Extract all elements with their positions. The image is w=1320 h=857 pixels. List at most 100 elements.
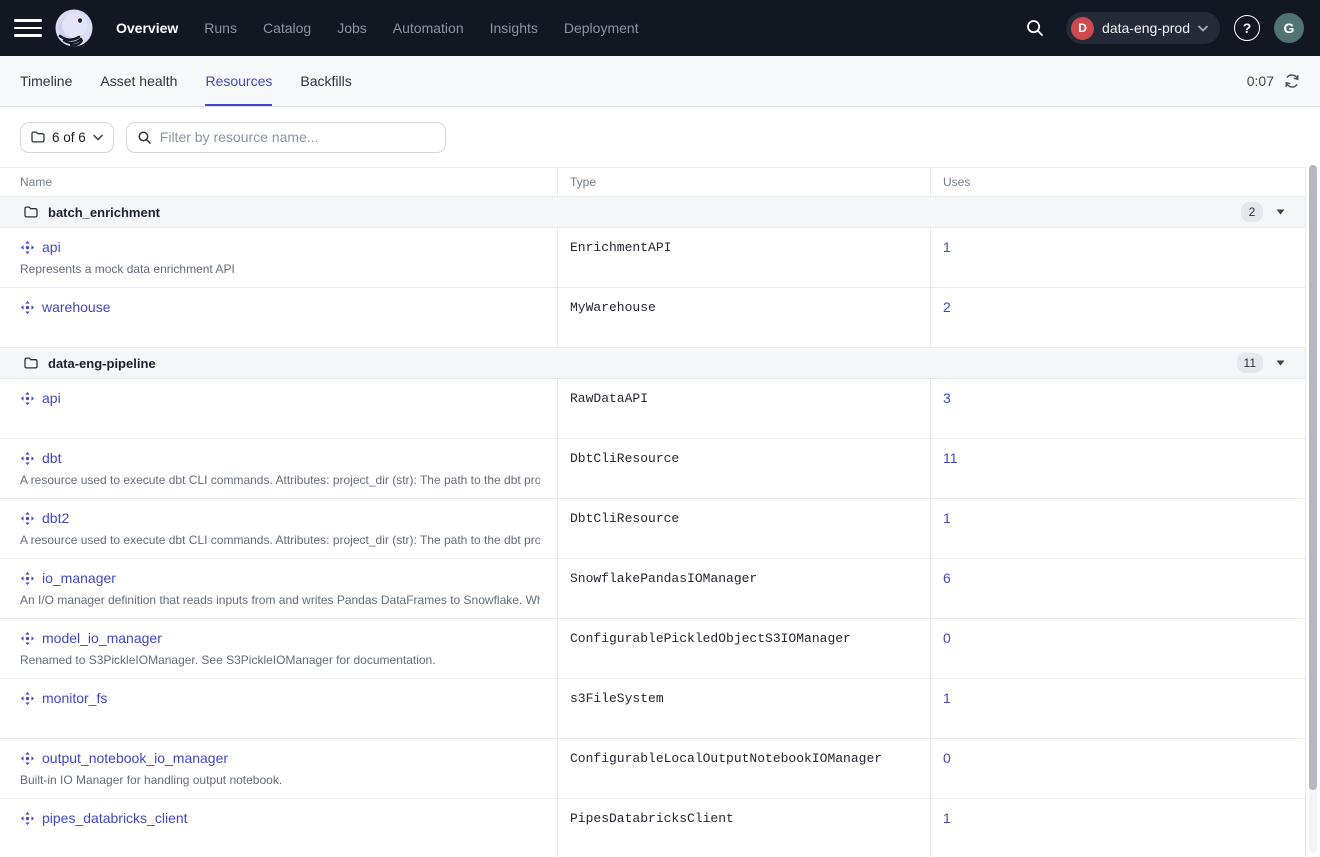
resource-type: PipesDatabricksClient: [570, 811, 734, 826]
resource-icon: [20, 391, 35, 406]
table-body: batch_enrichment 2 api Represents a mock da…: [0, 197, 1305, 857]
resource-description: Built-in IO Manager for handling output …: [20, 772, 540, 788]
resource-row: dbt A resource used to execute dbt CLI co…: [0, 439, 1305, 499]
resource-icon: [20, 811, 35, 826]
resource-uses-link[interactable]: 1: [943, 690, 951, 706]
nav-item-jobs[interactable]: Jobs: [337, 20, 367, 36]
nav-item-catalog[interactable]: Catalog: [263, 20, 311, 36]
group-count-badge: 2: [1241, 202, 1263, 222]
resource-name-link[interactable]: dbt: [42, 450, 61, 466]
resource-row: monitor_fss3FileSystem1: [0, 679, 1305, 739]
chevron-down-icon: [93, 134, 103, 141]
tab-timeline[interactable]: Timeline: [20, 56, 72, 106]
filter-bar: 6 of 6: [0, 107, 1320, 167]
resource-type: ConfigurableLocalOutputNotebookIOManager: [570, 751, 882, 766]
column-header-name: Name: [0, 168, 557, 196]
tab-resources[interactable]: Resources: [205, 56, 272, 106]
resource-uses-link[interactable]: 0: [943, 750, 951, 766]
workspace-initial-badge: D: [1071, 17, 1094, 40]
vertical-scrollbar: [1309, 165, 1317, 853]
folder-icon: [24, 206, 38, 218]
resource-uses-link[interactable]: 1: [943, 510, 951, 526]
resource-icon: [20, 751, 35, 766]
resource-row: api RawDataAPI 3: [0, 379, 1305, 439]
resource-type: RawDataAPI: [570, 391, 648, 406]
resource-row: output_notebook_io_manager Built-in IO Ma…: [0, 739, 1305, 799]
column-header-type: Type: [557, 168, 930, 196]
resource-icon: [20, 691, 35, 706]
resource-icon: [20, 571, 35, 586]
nav-item-runs[interactable]: Runs: [204, 20, 237, 36]
table-header-row: Name Type Uses: [0, 167, 1305, 197]
group-count-badge: 11: [1237, 353, 1263, 373]
resource-name-link[interactable]: api: [42, 239, 61, 255]
resource-name-link[interactable]: io_manager: [42, 570, 116, 586]
nav-item-deployment[interactable]: Deployment: [564, 20, 639, 36]
search-icon: [137, 130, 152, 145]
resource-row: dbt2 A resource used to execute dbt CLI c…: [0, 499, 1305, 559]
resource-uses-link[interactable]: 11: [943, 450, 958, 466]
dagster-logo-icon[interactable]: [54, 8, 94, 48]
nav-item-insights[interactable]: Insights: [490, 20, 538, 36]
resource-description: Represents a mock data enrichment API: [20, 261, 540, 277]
resource-row: model_io_manager Renamed to S3PickleIOMan…: [0, 619, 1305, 679]
resource-icon: [20, 300, 35, 315]
chevron-down-icon: [1198, 25, 1208, 32]
menu-icon[interactable]: [14, 14, 42, 42]
tab-bar: Timeline Asset health Resources Backfill…: [0, 56, 1320, 107]
tab-backfills[interactable]: Backfills: [300, 56, 351, 106]
resource-description: A resource used to execute dbt CLI comma…: [20, 532, 540, 548]
resource-icon: [20, 511, 35, 526]
resource-name-link[interactable]: output_notebook_io_manager: [42, 750, 228, 766]
resource-uses-link[interactable]: 2: [943, 299, 951, 315]
collapse-caret-icon[interactable]: [1276, 209, 1285, 215]
scrollbar-thumb[interactable]: [1309, 165, 1317, 790]
resource-type: SnowflakePandasIOManager: [570, 571, 757, 586]
resources-table: Name Type Uses batch_enrichment 2 api Repre…: [0, 167, 1306, 857]
resource-uses-link[interactable]: 1: [943, 239, 951, 255]
resource-description: Renamed to S3PickleIOManager. See S3Pick…: [20, 652, 540, 668]
code-location-filter-dropdown[interactable]: 6 of 6: [20, 122, 114, 153]
primary-nav: Overview Runs Catalog Jobs Automation In…: [116, 20, 639, 36]
resource-uses-link[interactable]: 0: [943, 630, 951, 646]
resource-group-row[interactable]: batch_enrichment 2: [0, 197, 1305, 228]
resource-uses-link[interactable]: 6: [943, 570, 951, 586]
folder-icon: [24, 357, 38, 369]
resource-uses-link[interactable]: 1: [943, 810, 951, 826]
resource-name-link[interactable]: api: [42, 390, 61, 406]
collapse-caret-icon[interactable]: [1276, 360, 1285, 366]
resource-search-input[interactable]: [160, 129, 435, 145]
folder-icon: [31, 131, 45, 143]
tab-asset-health[interactable]: Asset health: [100, 56, 177, 106]
resource-name-link[interactable]: model_io_manager: [42, 630, 162, 646]
resource-name-link[interactable]: monitor_fs: [42, 690, 107, 706]
resource-row: io_managerAn I/O manager definition that…: [0, 559, 1305, 619]
resource-type: EnrichmentAPI: [570, 240, 671, 255]
nav-item-overview[interactable]: Overview: [116, 20, 178, 36]
help-icon[interactable]: ?: [1234, 15, 1260, 41]
user-avatar[interactable]: G: [1274, 13, 1304, 43]
column-header-uses: Uses: [930, 168, 1305, 196]
group-name: batch_enrichment: [48, 205, 160, 220]
resource-name-link[interactable]: dbt2: [42, 510, 69, 526]
resource-row: warehouse MyWarehouse 2: [0, 288, 1305, 348]
top-navigation: Overview Runs Catalog Jobs Automation In…: [0, 0, 1320, 56]
resource-type: DbtCliResource: [570, 511, 679, 526]
resource-type: DbtCliResource: [570, 451, 679, 466]
resource-row: pipes_databricks_client PipesDatabricksCl…: [0, 799, 1305, 857]
search-icon[interactable]: [1018, 11, 1052, 45]
resource-type: MyWarehouse: [570, 300, 656, 315]
resource-name-link[interactable]: pipes_databricks_client: [42, 810, 188, 826]
refresh-icon[interactable]: [1284, 73, 1300, 89]
code-location-filter-label: 6 of 6: [52, 130, 86, 145]
resource-name-link[interactable]: warehouse: [42, 299, 111, 315]
resource-description: A resource used to execute dbt CLI comma…: [20, 472, 540, 488]
resource-search-box: [126, 122, 446, 153]
resource-uses-link[interactable]: 3: [943, 390, 951, 406]
workspace-switcher[interactable]: D data-eng-prod: [1066, 12, 1220, 44]
resource-icon: [20, 240, 35, 255]
resource-icon: [20, 451, 35, 466]
nav-item-automation[interactable]: Automation: [393, 20, 464, 36]
resource-group-row[interactable]: data-eng-pipeline 11: [0, 348, 1305, 379]
group-name: data-eng-pipeline: [48, 356, 156, 371]
